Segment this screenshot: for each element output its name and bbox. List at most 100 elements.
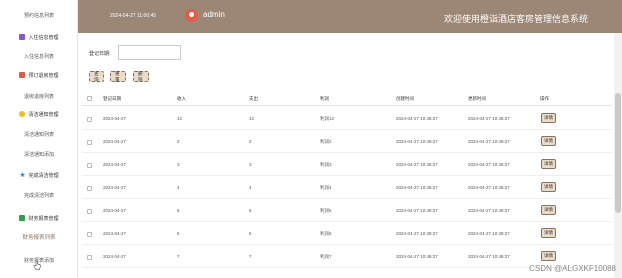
cleaning-icon (19, 111, 26, 117)
sidebar-item-12[interactable]: 财务报表列表 (0, 226, 78, 248)
finance-icon (19, 215, 26, 221)
delete-button[interactable]: 删除 (133, 71, 149, 82)
cell-date: 2024-04-27 (103, 116, 127, 121)
row-checkbox[interactable] (87, 209, 92, 214)
row-checkbox[interactable] (87, 232, 92, 237)
reset-button[interactable]: 重置 (110, 71, 126, 82)
cell-profit: 利润5 (320, 208, 332, 213)
detail-button[interactable]: 详情 (541, 251, 556, 261)
cell-updated: 2024-04-27 10:48:27 (468, 231, 510, 236)
cell-profit: 利润6 (320, 231, 332, 236)
sidebar-item-7[interactable]: 清洁通知列表 (0, 123, 78, 145)
cell-income: 7 (177, 254, 180, 259)
cell-income: 5 (177, 208, 180, 213)
sidebar-item-10[interactable]: 完成清洁列表 (0, 184, 78, 206)
cell-updated: 2024-04-27 10:48:27 (468, 162, 510, 167)
column-header-profit[interactable]: 利润 (320, 96, 329, 102)
sidebar-item-label: 完成清洁管理 (28, 172, 59, 179)
sidebar: 预约信息列表 入住信息管理 入住信息列表 预订退房管理 退房退房列表 清洁通知管理 清洁通知… (0, 0, 78, 278)
detail-button[interactable]: 详情 (541, 205, 556, 215)
sidebar-item-6[interactable]: 清洁通知管理 (0, 103, 78, 125)
sidebar-item-4[interactable]: 预订退房管理 (0, 64, 78, 86)
row-checkbox[interactable] (87, 255, 92, 260)
scrollbar[interactable] (614, 33, 622, 278)
sidebar-item-label: 财务报表列表 (22, 235, 56, 241)
checkin-icon (19, 34, 26, 40)
cell-created: 2024-04-27 10:48:27 (396, 254, 438, 259)
cell-income: 3 (177, 162, 180, 167)
sidebar-item-label: 清洁通知管理 (28, 111, 59, 118)
cell-profit: 利润4 (320, 185, 332, 190)
avatar[interactable] (185, 9, 198, 22)
table-row[interactable]: 2024-04-27 12 12 利润12 2024-04-27 10:48:27 202… (82, 107, 612, 130)
cell-expense: 4 (249, 185, 252, 190)
sidebar-item-label: 财务报表管理 (28, 215, 59, 222)
table-row[interactable]: 2024-04-27 6 6 利润6 2024-04-27 10:48:27 2024-0… (82, 222, 612, 245)
hand-cursor-icon (33, 261, 41, 270)
column-header-action: 操作 (540, 96, 549, 101)
row-checkbox[interactable] (87, 163, 92, 168)
cell-expense: 3 (249, 162, 252, 167)
detail-button[interactable]: 详情 (541, 136, 556, 146)
sidebar-item-9[interactable]: ★ 完成清洁管理 (0, 164, 78, 186)
detail-button[interactable]: 详情 (541, 113, 556, 123)
cell-income: 4 (177, 185, 180, 190)
table-row[interactable]: 2024-04-27 2 2 利润2 2024-04-27 10:48:27 2024-0… (82, 130, 612, 153)
column-header-updated[interactable]: 更新时间 (468, 96, 486, 102)
detail-button[interactable]: 详情 (541, 228, 556, 238)
search-date-label: 登记日期: (89, 51, 111, 57)
cell-income: 2 (177, 139, 180, 144)
header-username[interactable]: admin (203, 10, 225, 19)
cell-profit: 利润7 (320, 254, 332, 259)
sidebar-item-label: 入住信息列表 (23, 53, 54, 60)
cell-expense: 5 (249, 208, 252, 213)
cell-date: 2024-04-27 (103, 231, 127, 236)
sidebar-item-label: 预订退房管理 (28, 72, 59, 79)
checkout-icon (19, 72, 26, 78)
cell-profit: 利润2 (320, 139, 332, 144)
column-header-created[interactable]: 创建时间 (396, 96, 414, 102)
cell-profit: 利润3 (320, 162, 332, 167)
table-row[interactable]: 2024-04-27 4 4 利润4 2024-04-27 10:48:27 2024-0… (82, 176, 612, 199)
cell-updated: 2024-04-27 10:48:27 (468, 208, 510, 213)
detail-button[interactable]: 详情 (541, 159, 556, 169)
row-checkbox[interactable] (87, 117, 92, 122)
header-datetime: 2024-04-27 11:00:45 (110, 13, 157, 19)
cell-expense: 6 (249, 231, 252, 236)
cell-created: 2024-04-27 10:48:27 (396, 208, 438, 213)
cell-updated: 2024-04-27 10:48:27 (468, 254, 510, 259)
column-header-income[interactable]: 收入 (177, 96, 186, 102)
cell-created: 2024-04-27 10:48:27 (396, 116, 438, 121)
watermark: CSDN @ALGXKF10088 (529, 264, 616, 273)
cell-created: 2024-04-27 10:48:27 (396, 139, 438, 144)
sidebar-item-1[interactable]: 预约信息列表 (0, 4, 78, 26)
row-checkbox[interactable] (87, 186, 92, 191)
cell-date: 2024-04-27 (103, 139, 127, 144)
cell-date: 2024-04-27 (103, 162, 127, 167)
header: 2024-04-27 11:00:45 admin 欢迎使用橙诣酒店客房管理信息… (78, 0, 622, 33)
search-date-input[interactable] (118, 45, 181, 60)
cell-income: 6 (177, 231, 180, 236)
cell-date: 2024-04-27 (103, 254, 127, 259)
table-row[interactable]: 2024-04-27 3 3 利润3 2024-04-27 10:48:27 2024-0… (82, 153, 612, 176)
search-button[interactable]: 查询 (89, 71, 104, 82)
detail-button[interactable]: 详情 (541, 182, 556, 192)
cell-expense: 2 (249, 139, 252, 144)
sidebar-item-label: 清洁通知列表 (23, 131, 54, 138)
cell-profit: 利润12 (320, 116, 335, 121)
page-title: 欢迎使用橙诣酒店客房管理信息系统 (443, 14, 588, 24)
cell-created: 2024-04-27 10:48:27 (396, 185, 438, 190)
cell-date: 2024-04-27 (103, 208, 127, 213)
table-row[interactable]: 2024-04-27 5 5 利润5 2024-04-27 10:48:27 2024-0… (82, 199, 612, 222)
star-icon: ★ (19, 171, 26, 179)
scrollbar-thumb[interactable] (615, 93, 621, 213)
sidebar-item-label: 退房退房列表 (23, 93, 54, 100)
column-header-expense[interactable]: 支出 (249, 96, 258, 102)
sidebar-item-label: 预约信息列表 (23, 12, 54, 19)
sidebar-item-8[interactable]: 清洁通知添加 (0, 143, 78, 165)
column-header-date[interactable]: 登记日期 (103, 96, 121, 102)
row-checkbox[interactable] (87, 140, 92, 145)
select-all-checkbox[interactable] (87, 96, 92, 101)
cell-expense: 7 (249, 254, 252, 259)
cell-updated: 2024-04-27 10:48:27 (468, 116, 510, 121)
